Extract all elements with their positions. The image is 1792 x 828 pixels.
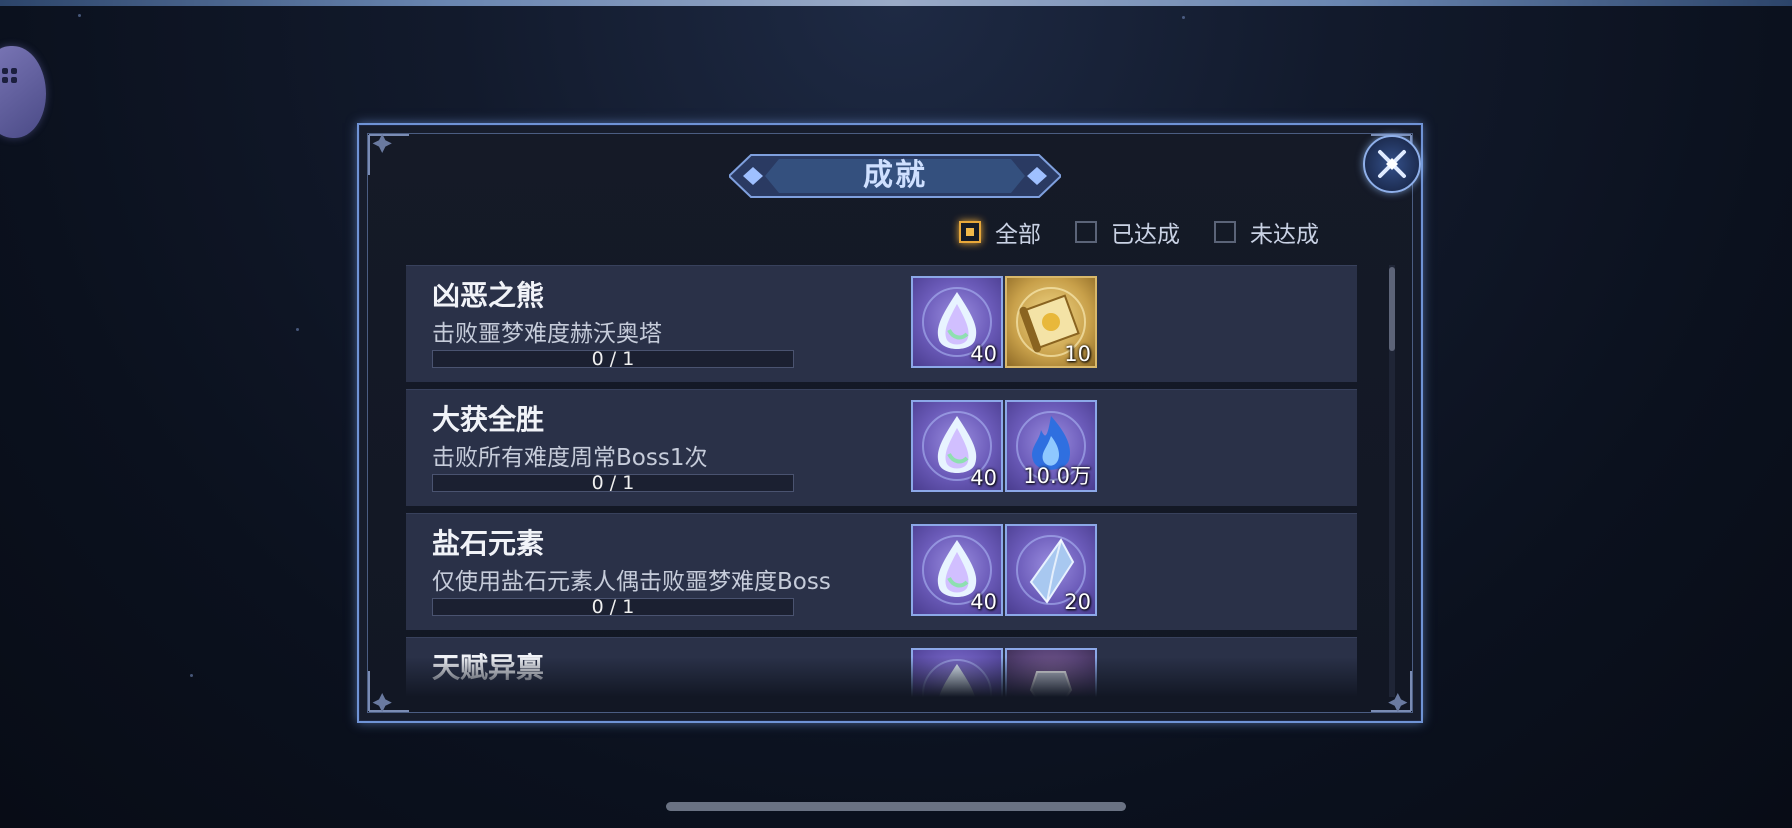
reward-qty: 40 bbox=[970, 342, 997, 366]
progress-text: 0 / 1 bbox=[591, 472, 635, 494]
star bbox=[296, 328, 299, 331]
achievement-row: 盐石元素 仅使用盐石元素人偶击败噩梦难度Boss 0 / 1 40 20 bbox=[406, 513, 1357, 630]
grid-icon bbox=[2, 68, 18, 84]
reward-slot[interactable]: 40 bbox=[911, 276, 1003, 368]
achievement-title: 凶恶之熊 bbox=[432, 279, 545, 312]
achievement-desc: 击败噩梦难度赫沃奥塔 bbox=[432, 321, 662, 347]
list-scrollbar[interactable] bbox=[1389, 265, 1395, 697]
achievement-desc: 击败所有难度周常Boss1次 bbox=[432, 445, 708, 471]
star bbox=[190, 674, 193, 677]
filter-achieved-label: 已达成 bbox=[1111, 222, 1180, 248]
reward-slot[interactable]: 20 bbox=[1005, 524, 1097, 616]
checkbox-all[interactable] bbox=[959, 221, 981, 243]
achievement-list[interactable]: 凶恶之熊 击败噩梦难度赫沃奥塔 0 / 1 40 10 大获全胜 击败所有难度周… bbox=[406, 265, 1357, 697]
filter-unachieved[interactable]: 未达成 bbox=[1214, 215, 1319, 249]
reward-qty: 40 bbox=[970, 466, 997, 490]
achievement-row: 大获全胜 击败所有难度周常Boss1次 0 / 1 40 10.0万 bbox=[406, 389, 1357, 506]
reward-slot[interactable]: 40 bbox=[911, 524, 1003, 616]
reward-qty: 10 bbox=[1064, 342, 1091, 366]
filter-all-label: 全部 bbox=[995, 222, 1041, 248]
reward-slot[interactable]: 10.0万 bbox=[1005, 400, 1097, 492]
reward-qty: 20 bbox=[1064, 590, 1091, 614]
progress-text: 0 / 1 bbox=[591, 596, 635, 618]
filter-bar: 全部 已达成 未达成 bbox=[959, 215, 1319, 249]
star bbox=[78, 14, 81, 17]
achievement-title: 盐石元素 bbox=[432, 527, 545, 560]
reward-slot[interactable]: 10 bbox=[1005, 276, 1097, 368]
progress-bar: 0 / 1 bbox=[432, 596, 794, 618]
close-button[interactable] bbox=[1363, 135, 1421, 193]
reward-slot[interactable]: 40 bbox=[911, 400, 1003, 492]
filter-unachieved-label: 未达成 bbox=[1250, 222, 1319, 248]
achievement-desc: 仅使用盐石元素人偶击败噩梦难度Boss bbox=[432, 569, 831, 595]
achievement-row: 凶恶之熊 击败噩梦难度赫沃奥塔 0 / 1 40 10 bbox=[406, 265, 1357, 382]
close-icon bbox=[1378, 150, 1406, 178]
corner-ornament-icon bbox=[367, 669, 411, 713]
list-fade bbox=[406, 657, 1357, 697]
reward-qty: 40 bbox=[970, 590, 997, 614]
checkbox-unachieved[interactable] bbox=[1214, 221, 1236, 243]
checkbox-achieved[interactable] bbox=[1075, 221, 1097, 243]
reward-qty: 10.0万 bbox=[1023, 464, 1091, 488]
panel-title: 成就 bbox=[863, 158, 927, 193]
home-indicator[interactable] bbox=[666, 802, 1126, 811]
filter-achieved[interactable]: 已达成 bbox=[1075, 215, 1180, 249]
corner-ornament-icon bbox=[367, 133, 411, 177]
progress-text: 0 / 1 bbox=[591, 348, 635, 370]
title-plate: 成就 bbox=[729, 153, 1061, 199]
star bbox=[1182, 16, 1185, 19]
progress-bar: 0 / 1 bbox=[432, 348, 794, 370]
progress-bar: 0 / 1 bbox=[432, 472, 794, 494]
achievement-title: 大获全胜 bbox=[432, 403, 545, 436]
achievement-panel: 成就 全部 已达成 未达成 凶恶之熊 击败噩梦难度赫沃奥塔 0 / 1 40 1… bbox=[357, 123, 1423, 723]
scroll-thumb[interactable] bbox=[1389, 267, 1395, 351]
side-menu-button[interactable] bbox=[0, 46, 46, 138]
top-glow bbox=[0, 0, 1792, 6]
filter-all[interactable]: 全部 bbox=[959, 215, 1041, 249]
